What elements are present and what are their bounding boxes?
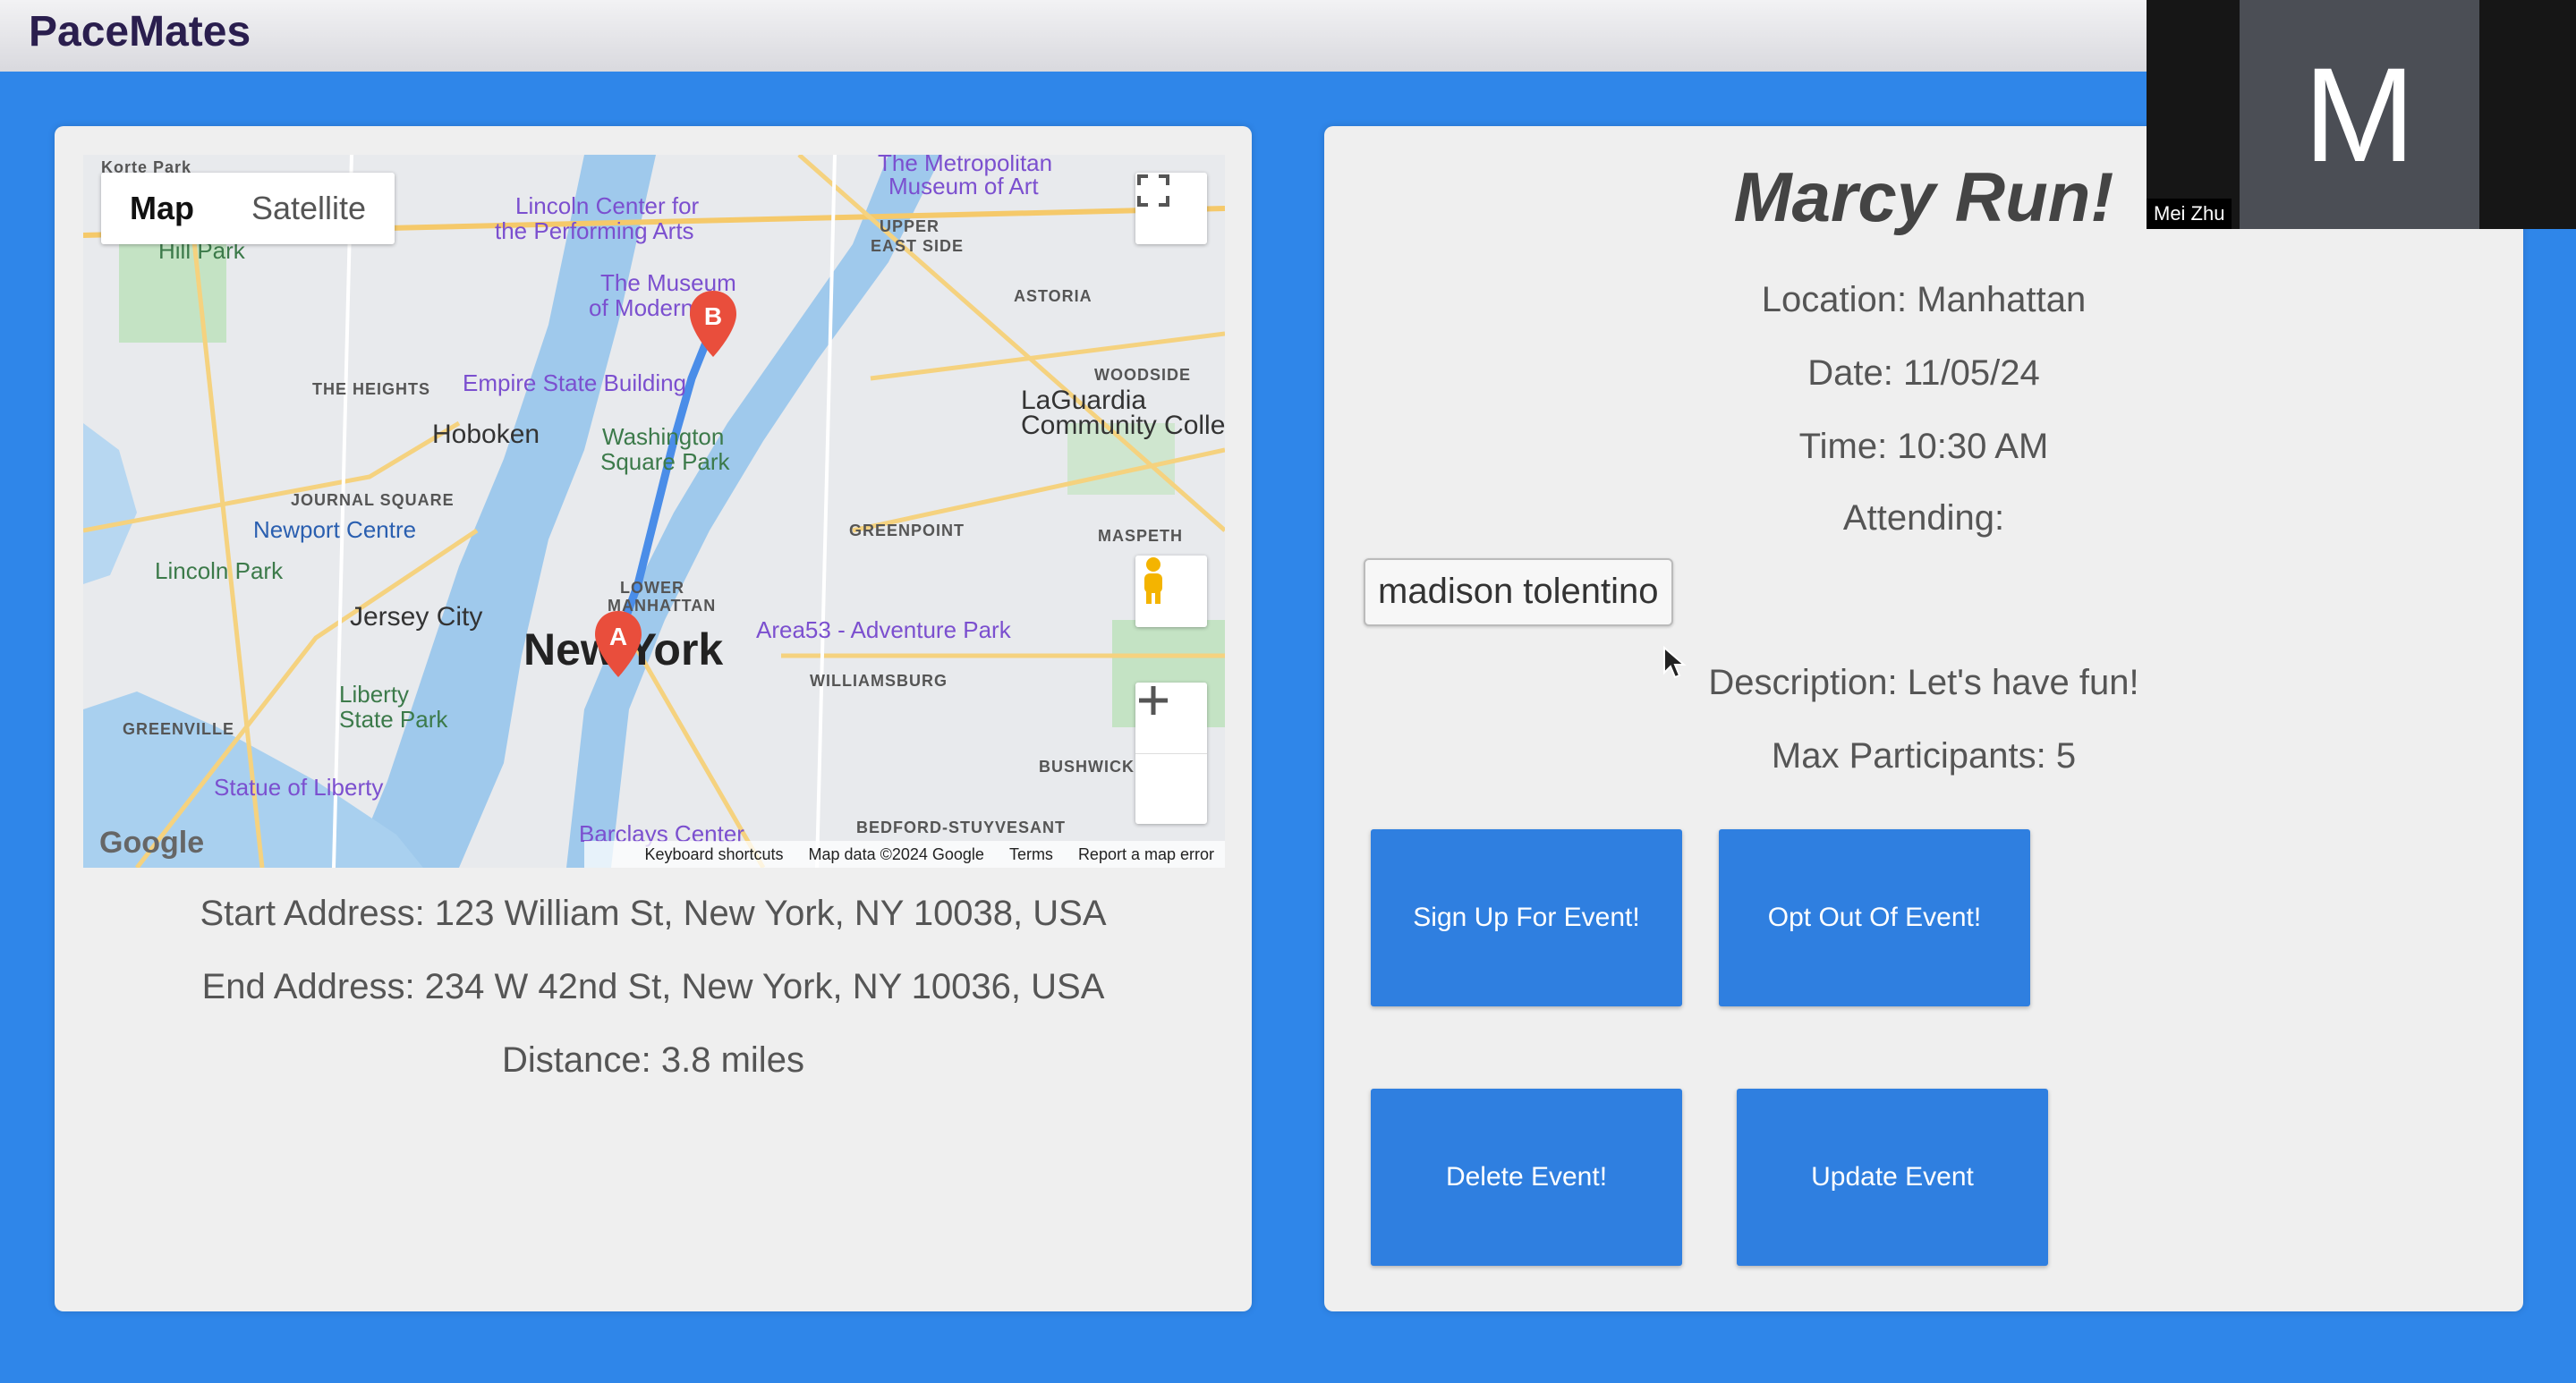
event-date: Date: 11/05/24 xyxy=(1807,353,2040,393)
street-view-button[interactable] xyxy=(1135,556,1207,627)
participant-name: Mei Zhu xyxy=(2147,199,2232,229)
marker-b-label: B xyxy=(704,302,722,330)
map-label: the Performing Arts xyxy=(495,217,694,244)
route-panel: Korte Park Hill Park Lincoln Center for … xyxy=(55,126,1252,1311)
event-panel: Marcy Run! Location: Manhattan Date: 11/… xyxy=(1324,126,2523,1311)
event-description: Description: Let's have fun! xyxy=(1708,663,2139,702)
end-address: End Address: 234 W 42nd St, New York, NY… xyxy=(201,967,1105,1006)
map-label: Statue of Liberty xyxy=(214,774,384,801)
map-label: WILLIAMSBURG xyxy=(810,672,948,690)
terms-link[interactable]: Terms xyxy=(1009,845,1053,864)
distance: Distance: 3.8 miles xyxy=(502,1040,804,1080)
map-label: ASTORIA xyxy=(1014,287,1092,305)
map-label: MASPETH xyxy=(1098,527,1184,545)
map-type-control: Map Satellite xyxy=(101,173,395,244)
zoom-out-button[interactable] xyxy=(1135,698,1207,825)
map-label: Newport Centre xyxy=(253,516,417,543)
map-marker-b[interactable]: B xyxy=(686,289,740,361)
attendee-chip[interactable]: madison tolentino xyxy=(1364,558,1673,626)
opt-out-button[interactable]: Opt Out Of Event! xyxy=(1719,829,2030,1006)
participant-avatar: M xyxy=(2240,0,2479,229)
marker-a-label: A xyxy=(609,623,627,650)
map-label: Washington xyxy=(602,423,725,450)
minus-icon xyxy=(1139,698,1168,703)
map-label: LOWER xyxy=(620,579,684,597)
map-data-attribution: Map data ©2024 Google xyxy=(808,844,984,863)
video-call-tile: M Mei Zhu xyxy=(2147,0,2576,229)
map-label: BUSHWICK xyxy=(1039,758,1135,776)
map-label: Lincoln Park xyxy=(155,557,284,584)
map-marker-a[interactable]: A xyxy=(591,609,645,681)
map-label: Community Colleg xyxy=(1021,411,1225,440)
map-label: Jersey City xyxy=(350,602,483,632)
attending-label: Attending: xyxy=(1842,498,2005,538)
fullscreen-button[interactable] xyxy=(1135,173,1207,244)
map-label: GREENVILLE xyxy=(123,720,235,738)
map-label: Empire State Building xyxy=(463,369,687,396)
google-logo: Google xyxy=(99,826,205,860)
app-title: PaceMates xyxy=(29,8,251,55)
event-time: Time: 10:30 AM xyxy=(1798,427,2049,466)
keyboard-shortcuts-link[interactable]: Keyboard shortcuts xyxy=(644,845,783,864)
zoom-control xyxy=(1135,683,1207,824)
map-label: Square Park xyxy=(600,448,730,475)
start-address: Start Address: 123 William St, New York,… xyxy=(200,894,1107,933)
map-label: JOURNAL SQUARE xyxy=(291,491,455,509)
event-location: Location: Manhattan xyxy=(1761,280,2087,319)
map-label: State Park xyxy=(339,706,448,733)
mouse-cursor-icon xyxy=(1663,646,1687,679)
pegman-icon xyxy=(1144,557,1162,604)
map-label: Liberty xyxy=(339,681,410,708)
map-label: Museum of Art xyxy=(888,173,1039,199)
report-error-link[interactable]: Report a map error xyxy=(1078,845,1214,864)
map-type-map-button[interactable]: Map xyxy=(101,173,223,244)
map-footer: Keyboard shortcuts Map data ©2024 Google… xyxy=(584,841,1225,868)
sign-up-button[interactable]: Sign Up For Event! xyxy=(1371,829,1682,1006)
map-label: Lincoln Center for xyxy=(515,192,700,219)
map-label: Area53 - Adventure Park xyxy=(756,616,1011,643)
map-label: BEDFORD-STUYVESANT xyxy=(856,819,1067,836)
update-event-button[interactable]: Update Event xyxy=(1737,1089,2048,1266)
map-label: GREENPOINT xyxy=(849,522,965,539)
map-view[interactable]: Korte Park Hill Park Lincoln Center for … xyxy=(83,155,1225,868)
map-type-satellite-button[interactable]: Satellite xyxy=(223,173,395,244)
map-label: Hoboken xyxy=(432,420,540,449)
fullscreen-icon xyxy=(1137,174,1169,207)
map-label: THE HEIGHTS xyxy=(312,380,431,398)
map-label: WOODSIDE xyxy=(1094,366,1192,384)
map-label: EAST SIDE xyxy=(871,237,965,255)
delete-event-button[interactable]: Delete Event! xyxy=(1371,1089,1682,1266)
event-max-participants: Max Participants: 5 xyxy=(1771,736,2077,776)
map-label: UPPER xyxy=(880,217,940,235)
participant-initial: M xyxy=(2303,38,2416,190)
